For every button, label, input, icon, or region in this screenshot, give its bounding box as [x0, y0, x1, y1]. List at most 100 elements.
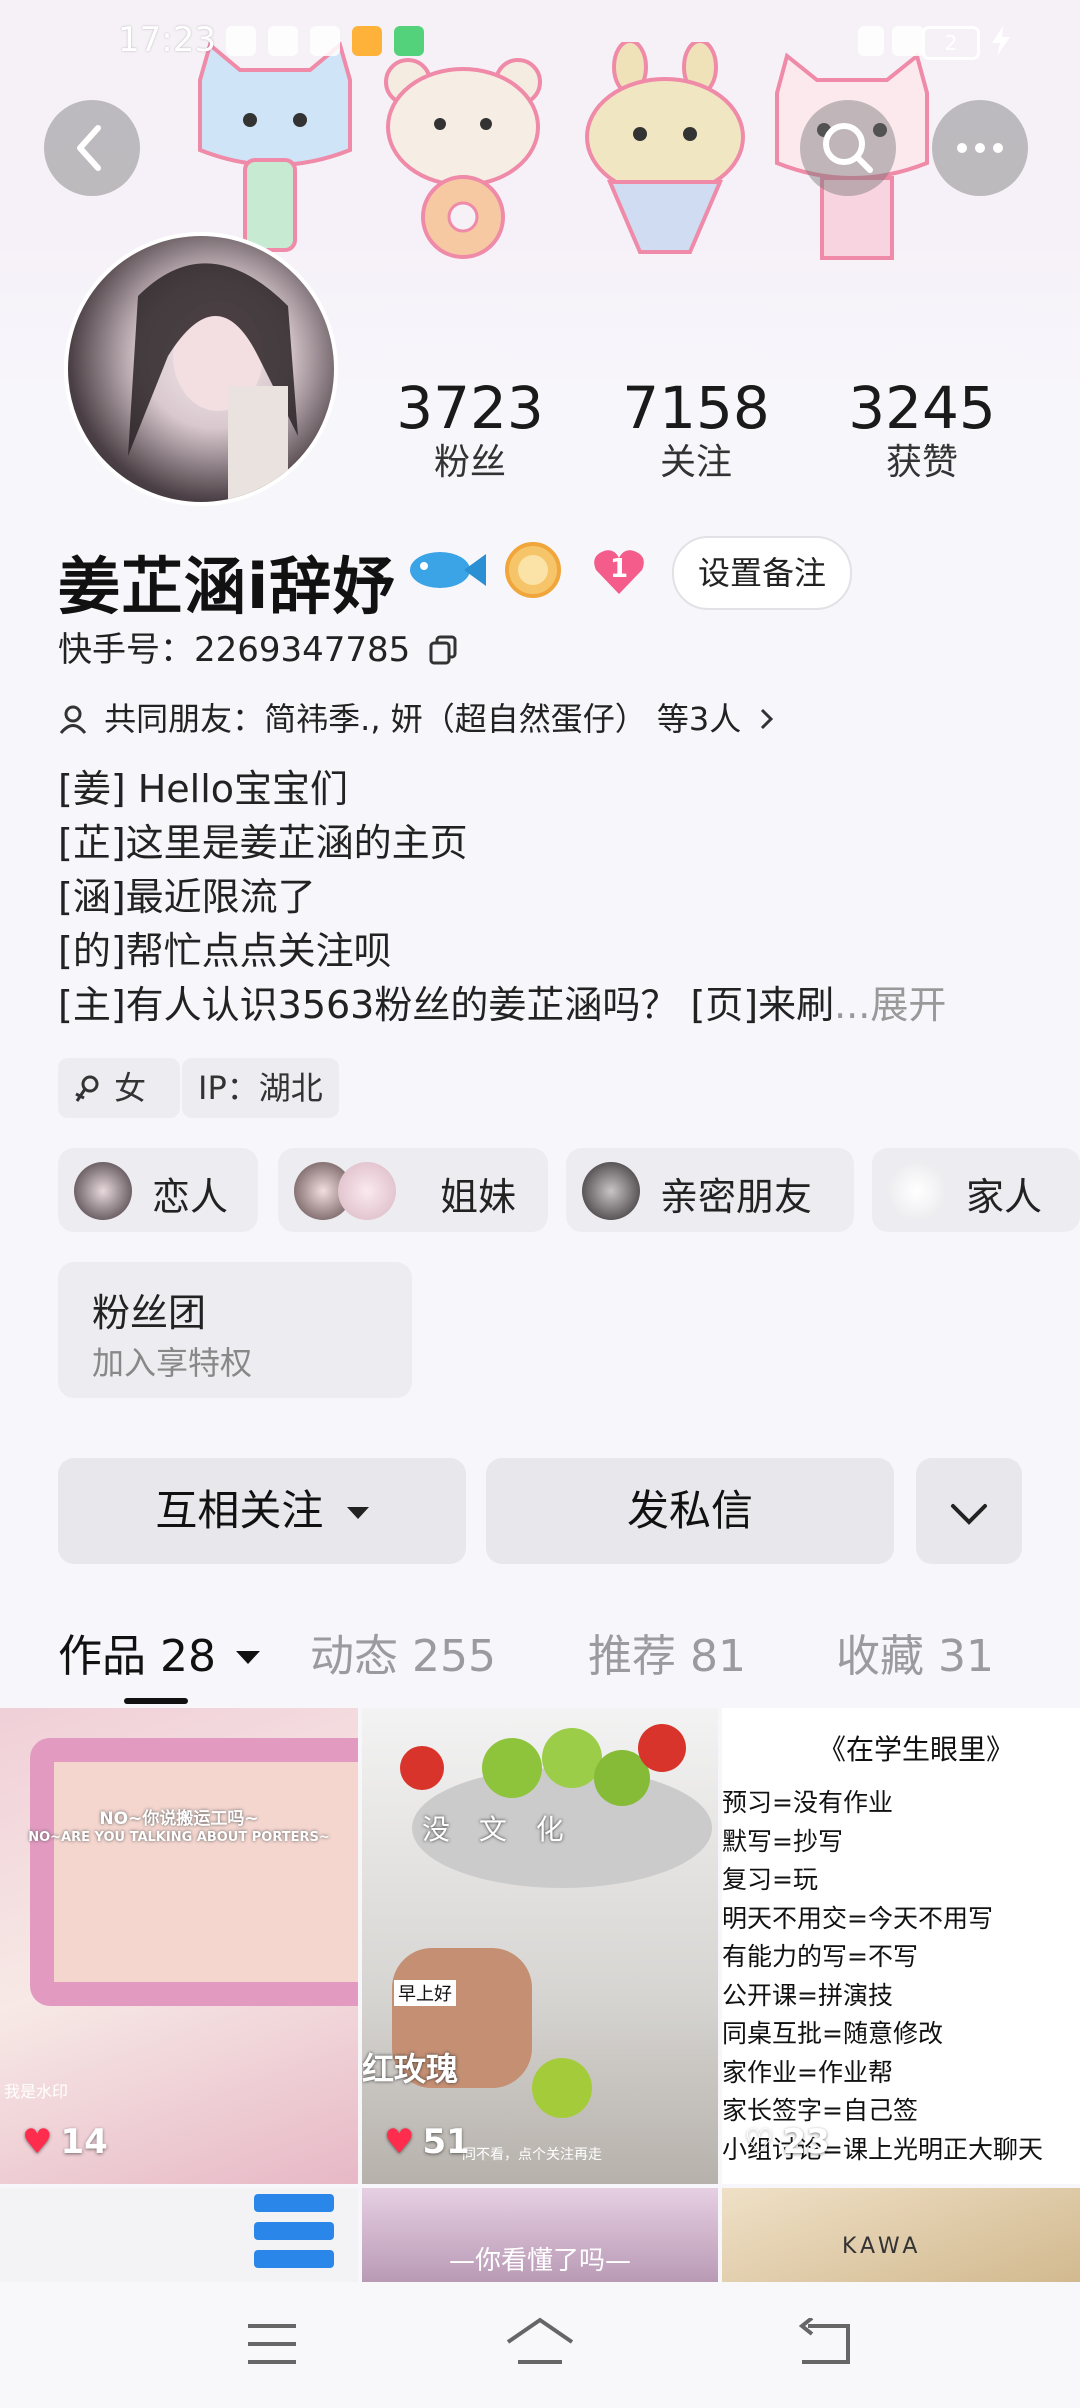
video-thumbnail[interactable]: 《在学生眼里》 预习=没有作业 默写=抄写 复习=玩 明天不用交=今天不用写 有… — [722, 1708, 1080, 2184]
mutual-friends[interactable]: 共同朋友：简祎季., 妍（超自然蛋仔） 等3人 — [58, 694, 777, 740]
expand-bio-link[interactable]: ...展开 — [834, 983, 946, 1027]
menu-icon[interactable] — [244, 2320, 300, 2368]
stat-likes[interactable]: 3245 获赞 — [822, 376, 1022, 486]
book-icon — [310, 26, 340, 56]
video-thumbnail[interactable]: —你看懂了吗— — [362, 2188, 718, 2282]
stat-following[interactable]: 7158 关注 — [596, 376, 796, 486]
stat-value: 3245 — [848, 374, 996, 442]
vibrate-icon — [858, 26, 884, 56]
caret-down-icon — [346, 1507, 369, 1519]
status-bar: 17:23 2 — [0, 0, 1080, 86]
avatar — [74, 1162, 132, 1220]
bio-line: [主]有人认识3563粉丝的姜芷涵吗？ [页]来刷 — [58, 983, 835, 1027]
video-thumbnail[interactable]: KAWA — [722, 2188, 1080, 2282]
thumbnail-text-line: 同桌互批=随意修改 — [722, 2019, 943, 2048]
gender-chip: 女 — [58, 1058, 180, 1118]
thumbnail-text-line: 有能力的写=不写 — [722, 1942, 918, 1971]
search-button[interactable] — [800, 100, 896, 196]
relation-chip-sisters[interactable]: 姐妹 — [278, 1148, 548, 1232]
relation-chip-lover[interactable]: 恋人 — [58, 1148, 258, 1232]
video-thumbnail[interactable]: NO~你说搬运工吗~ NO~ARE YOU TALKING ABOUT PORT… — [0, 1708, 358, 2184]
copy-icon[interactable] — [429, 635, 459, 665]
likes-value: 23 — [782, 2122, 830, 2162]
tab-favorites[interactable]: 收藏 31 — [836, 1620, 994, 1684]
follow-button[interactable]: 互相关注 — [58, 1458, 466, 1564]
tab-moments[interactable]: 动态 255 — [310, 1620, 496, 1684]
chevron-right-icon — [761, 708, 774, 730]
ip-chip: IP：湖北 — [182, 1058, 339, 1118]
bio-line: [姜] Hello宝宝们 — [58, 767, 349, 811]
female-icon — [75, 1075, 99, 1102]
fan-group-title: 粉丝团 — [92, 1291, 207, 1335]
likes-value: 51 — [422, 2122, 470, 2162]
battery-icon: 2 — [922, 26, 980, 60]
kuaishou-id: 快手号：2269347785 — [58, 622, 459, 671]
thumbnail-caption: 同不看，点个关注再走 — [462, 2147, 602, 2163]
video-thumbnail[interactable]: 没 文 化 早上好 红玫瑰 同不看，点个关注再走 ♥ 51 — [362, 1708, 718, 2184]
wifi-icon — [892, 26, 924, 56]
home-icon[interactable] — [504, 2316, 576, 2370]
relation-label: 姐妹 — [440, 1175, 517, 1219]
thumbnail-text-line: 明天不用交=今天不用写 — [722, 1903, 993, 1933]
tab-recommend[interactable]: 推荐 81 — [588, 1620, 746, 1684]
thumbnail-text-list: 预习=没有作业 默写=抄写 复习=玩 明天不用交=今天不用写 有能力的写=不写 … — [722, 1784, 1043, 2169]
stat-value: 3723 — [396, 374, 544, 442]
kuaishou-id-text: 快手号：2269347785 — [58, 630, 411, 670]
thumbnail-text-line: 公开课=拼演技 — [722, 1980, 893, 2010]
stat-value: 7158 — [622, 374, 770, 442]
thumbnail-watermark: 我是水印 — [4, 2082, 69, 2101]
status-time: 17:23 — [118, 20, 216, 60]
tab-works[interactable]: 作品 28 — [58, 1620, 260, 1684]
chat-bubble — [254, 2250, 334, 2268]
back-button[interactable] — [44, 100, 140, 196]
app-icon — [394, 26, 424, 56]
avatar — [338, 1162, 396, 1220]
bio-line: [涵]最近限流了 — [58, 875, 316, 919]
person-icon — [59, 705, 87, 734]
expand-actions-button[interactable] — [916, 1458, 1022, 1564]
back-nav-icon[interactable] — [796, 2318, 852, 2368]
thumbnail-title: 《在学生眼里》 — [818, 1733, 1015, 1766]
heart-badge[interactable]: 1 — [592, 548, 646, 596]
notification-icon — [226, 26, 256, 56]
thumbnail-caption: 早上好 — [394, 1980, 456, 2006]
stat-label: 关注 — [659, 442, 732, 483]
chat-bubble — [254, 2222, 334, 2240]
heart-icon: ♥ — [22, 2122, 53, 2162]
more-button[interactable] — [932, 100, 1028, 196]
thumbnail-caption: NO~ARE YOU TALKING ABOUT PORTERS~ — [28, 1830, 330, 1845]
thumbnail-text-line: 预习=没有作业 — [722, 1788, 893, 1817]
thumbnail-caption: KAWA — [842, 2234, 922, 2259]
avatar — [582, 1162, 640, 1220]
caret-down-icon — [235, 1651, 260, 1664]
thumbnail-caption: NO~你说搬运工吗~ — [99, 1809, 259, 1829]
relation-chip-family[interactable]: 家人 — [872, 1148, 1080, 1232]
tab-label: 作品 28 — [58, 1631, 216, 1682]
set-remark-button[interactable]: 设置备注 — [672, 536, 852, 610]
heart-icon: ♡ — [744, 2122, 775, 2162]
search-icon — [823, 123, 873, 173]
thumbnail-text-line: 家作业=作业帮 — [722, 2057, 893, 2087]
fan-group-subtitle: 加入享特权 — [92, 1344, 253, 1382]
stat-label: 获赞 — [885, 442, 958, 483]
relation-label: 亲密朋友 — [660, 1175, 813, 1219]
thumbnail-caption: —你看懂了吗— — [448, 2246, 631, 2276]
fan-group-card[interactable]: 粉丝团 加入享特权 — [58, 1262, 412, 1398]
avatar-image — [128, 263, 298, 502]
avatar[interactable] — [64, 232, 338, 506]
relation-chip-close-friend[interactable]: 亲密朋友 — [566, 1148, 854, 1232]
relation-label: 家人 — [966, 1175, 1043, 1219]
system-nav-bar — [0, 2282, 1080, 2408]
thumbnail-text-line: 复习=玩 — [722, 1865, 818, 1894]
stat-label: 粉丝 — [433, 442, 506, 483]
heart-icon: ♥ — [384, 2122, 415, 2162]
video-thumbnail[interactable] — [0, 2188, 358, 2282]
bio-line: [的]帮忙点点关注呗 — [58, 929, 392, 973]
profile-name: 姜芷涵i辞妤 — [58, 550, 396, 623]
stat-followers[interactable]: 3723 粉丝 — [370, 376, 570, 486]
message-button[interactable]: 发私信 — [486, 1458, 894, 1564]
thumbnail-caption: 红玫瑰 — [362, 2050, 459, 2088]
likes-value: 14 — [60, 2122, 108, 2162]
likes-count: ♥ 51 — [384, 2122, 470, 2162]
thumbnail-shape — [30, 1738, 358, 2006]
